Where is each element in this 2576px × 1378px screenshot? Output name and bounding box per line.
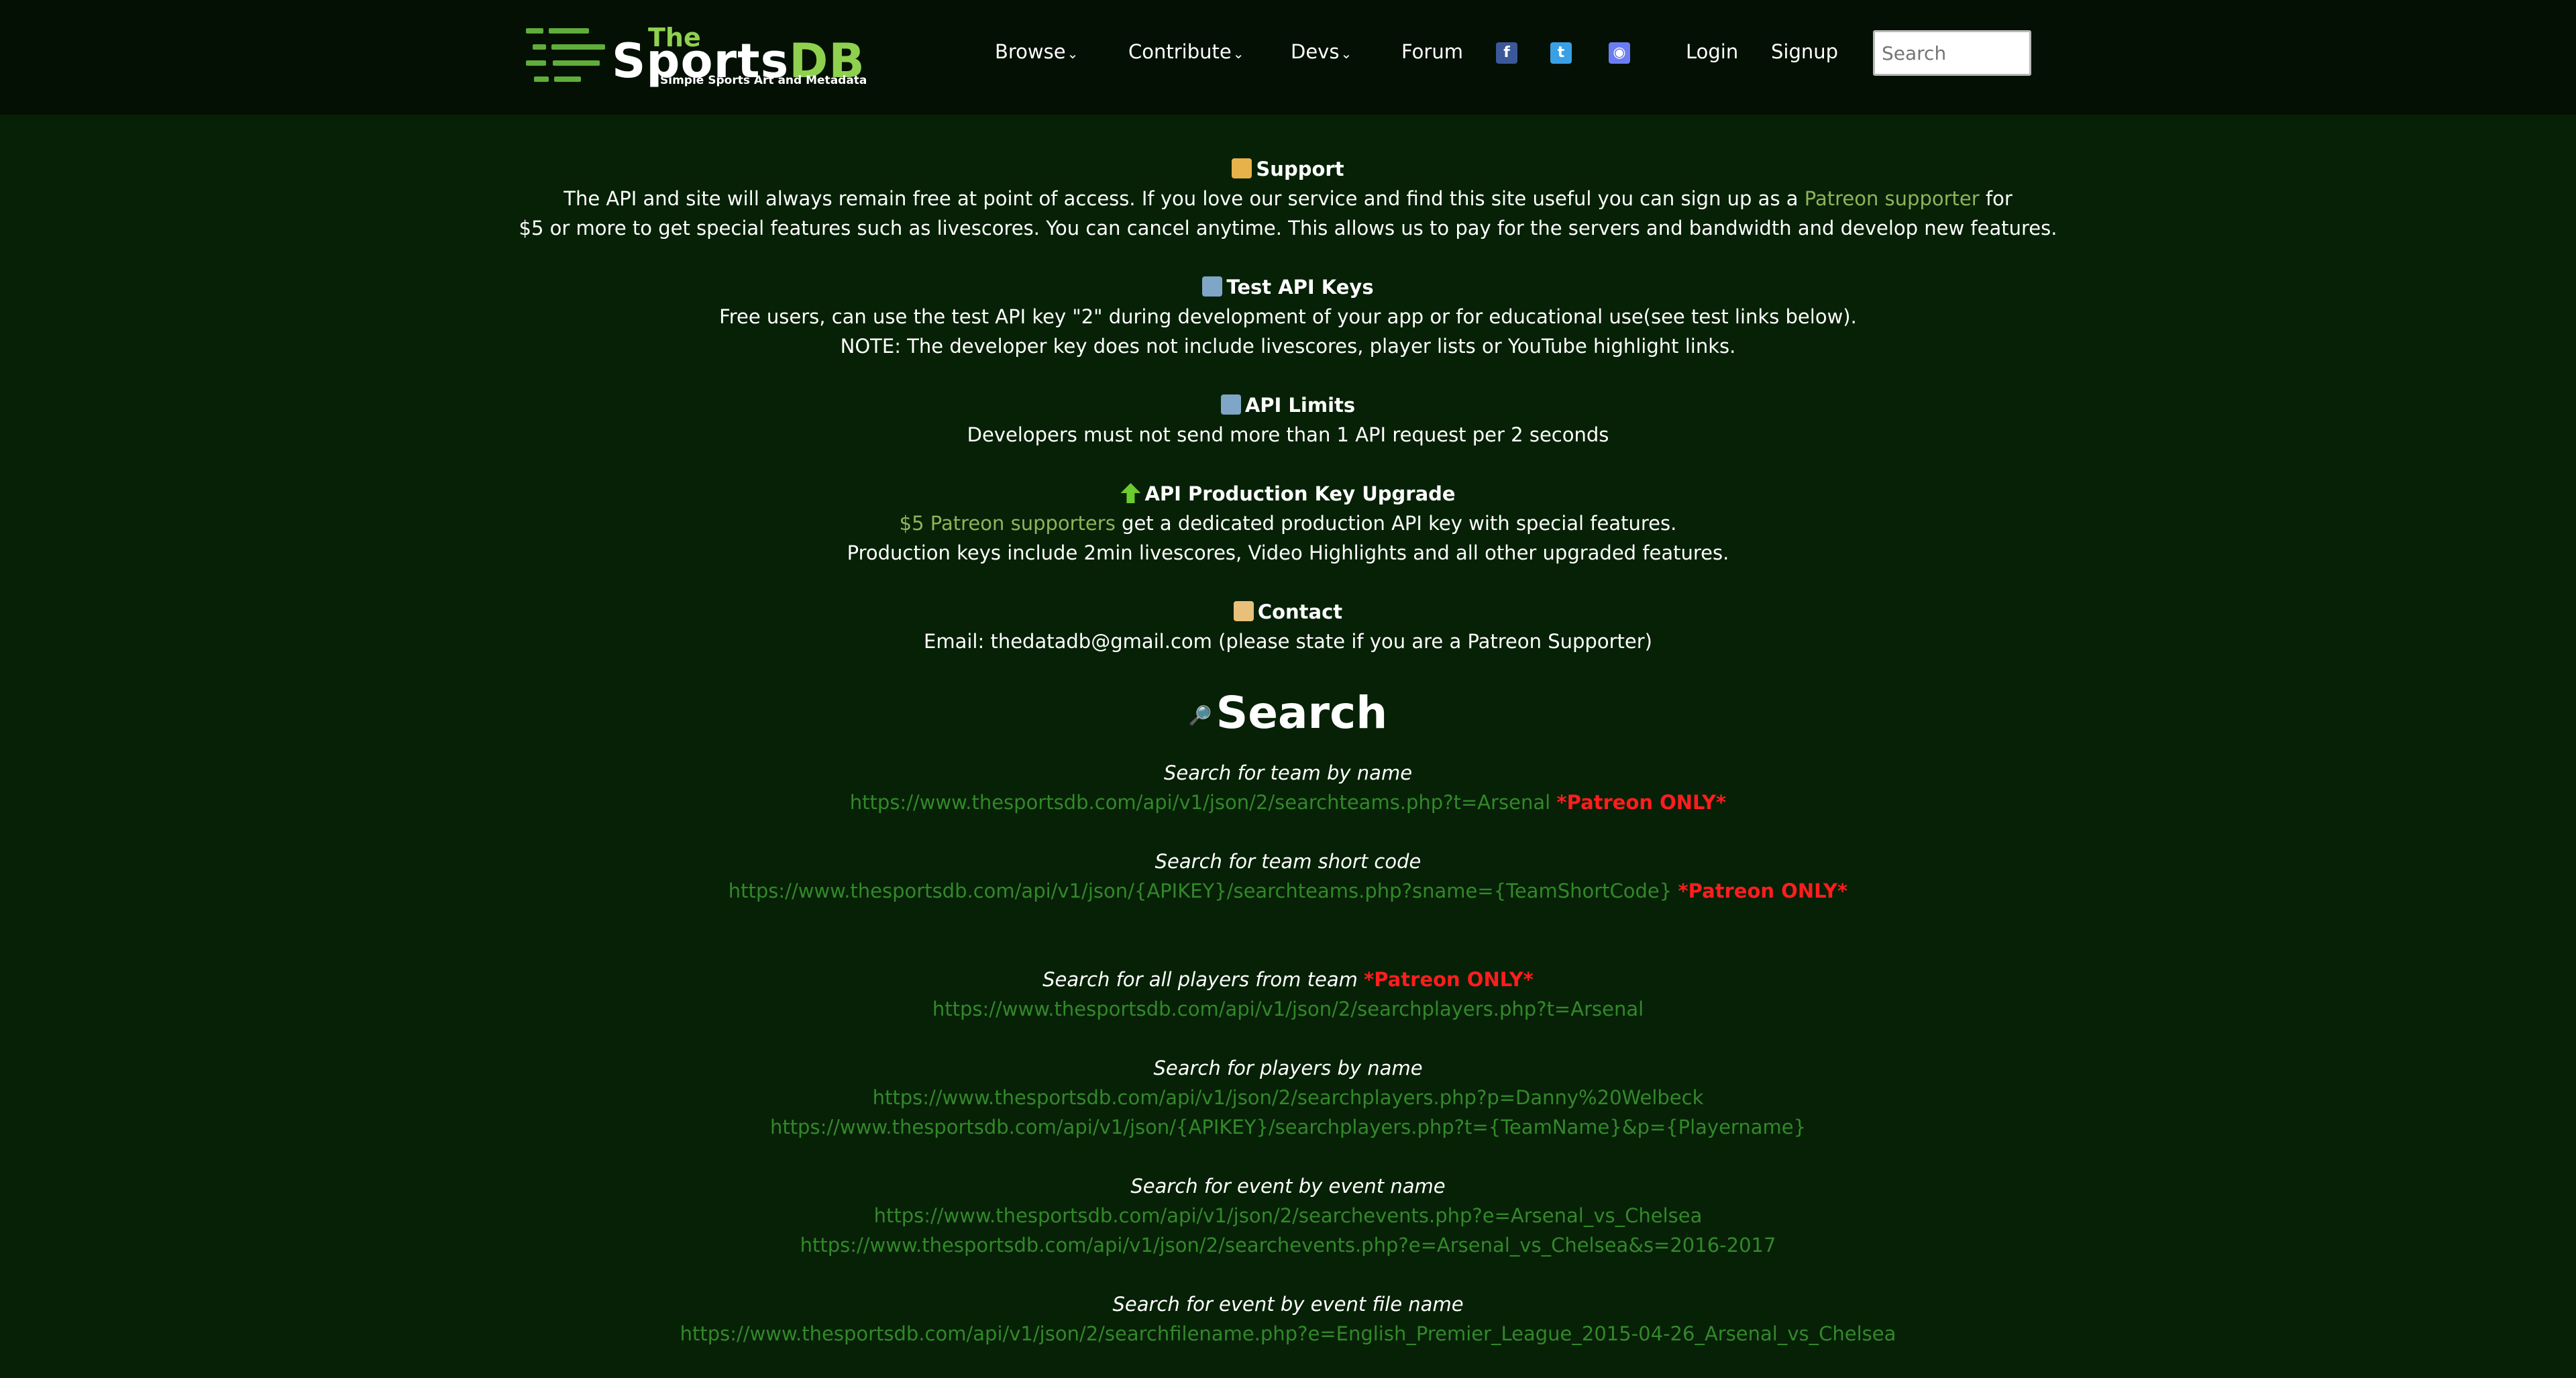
endpoint-line: https://www.thesportsdb.com/api/v1/json/… [0, 788, 2576, 817]
nav-contribute[interactable]: Contribute ⌄ [1128, 40, 1244, 63]
search-endpoint: Search for all players from team *Patreo… [0, 965, 2576, 1024]
patreon-supporters-link[interactable]: $5 Patreon supporters [900, 512, 1116, 535]
endpoint-title: Search for all players from team *Patreo… [1042, 967, 1534, 991]
search-endpoint: Search for event by event name https://w… [0, 1171, 2576, 1260]
discord-icon[interactable]: ◉ [1609, 42, 1630, 64]
endpoint-link[interactable]: https://www.thesportsdb.com/api/v1/json/… [0, 1112, 2576, 1142]
patreon-only-badge: *Patreon ONLY* [1556, 790, 1727, 814]
limits-section: API Limits Developers must not send more… [0, 390, 2576, 449]
endpoint-link[interactable]: https://www.thesportsdb.com/api/v1/json/… [729, 880, 1672, 902]
search-endpoint: Search for event by event file name http… [0, 1289, 2576, 1348]
search-input[interactable] [1873, 30, 2031, 76]
endpoint-title: Search for team short code [1155, 849, 1421, 873]
section-heading: Contact [0, 597, 2576, 627]
chevron-down-icon: ⌄ [1340, 46, 1352, 62]
section-heading: Test API Keys [0, 272, 2576, 302]
search-endpoint: Search for team by name https://www.thes… [0, 758, 2576, 817]
twitter-icon[interactable]: t [1550, 42, 1572, 64]
up-arrow-icon [1120, 483, 1141, 503]
section-heading: API Production Key Upgrade [0, 479, 2576, 509]
endpoint-link[interactable]: https://www.thesportsdb.com/api/v1/json/… [0, 1319, 2576, 1348]
endpoint-title: Search for event by event file name [1112, 1292, 1464, 1316]
gauge-icon [1220, 394, 1241, 415]
envelope-icon [1233, 601, 1254, 621]
search-endpoint: Search for team short code https://www.t… [0, 847, 2576, 906]
test-keys-section: Test API Keys Free users, can use the te… [0, 272, 2576, 361]
endpoint-link[interactable]: https://www.thesportsdb.com/api/v1/json/… [0, 994, 2576, 1024]
thumbs-up-icon [1232, 158, 1252, 178]
main-content: Support The API and site will always rem… [0, 154, 2576, 1378]
endpoint-link[interactable]: https://www.thesportsdb.com/api/v1/json/… [850, 791, 1550, 814]
text-line: Developers must not send more than 1 API… [967, 423, 1609, 446]
endpoint-link[interactable]: https://www.thesportsdb.com/api/v1/json/… [0, 1201, 2576, 1230]
chevron-down-icon: ⌄ [1232, 46, 1244, 62]
patreon-only-badge: *Patreon ONLY* [1678, 879, 1848, 902]
support-section: Support The API and site will always rem… [0, 154, 2576, 243]
support-text-line: $5 or more to get special features such … [519, 217, 2057, 240]
support-text-line: The API and site will always remain free… [564, 187, 2012, 210]
facebook-icon[interactable]: f [1496, 42, 1517, 64]
text-line: Free users, can use the test API key "2"… [719, 305, 1857, 328]
patreon-only-badge: *Patreon ONLY* [1364, 967, 1534, 991]
text-line: NOTE: The developer key does not include… [840, 335, 1736, 358]
endpoint-title: Search for team by name [1163, 761, 1413, 784]
chevron-down-icon: ⌄ [1067, 46, 1079, 62]
endpoint-title: Search for players by name [1153, 1056, 1423, 1079]
site-logo[interactable]: The SportsDB Simple Sports Art and Metad… [526, 23, 867, 91]
endpoint-line: https://www.thesportsdb.com/api/v1/json/… [0, 876, 2576, 906]
text-line: Email: thedatadb@gmail.com (please state… [924, 630, 1652, 653]
nav-browse[interactable]: Browse ⌄ [995, 40, 1078, 63]
nav-devs[interactable]: Devs ⌄ [1291, 40, 1352, 63]
search-endpoint: Search for players by name https://www.t… [0, 1053, 2576, 1142]
key-icon [1202, 276, 1223, 297]
endpoint-link[interactable]: https://www.thesportsdb.com/api/v1/json/… [0, 1230, 2576, 1260]
upgrade-section: API Production Key Upgrade $5 Patreon su… [0, 479, 2576, 568]
logo-bars-icon [526, 28, 605, 83]
nav-signup[interactable]: Signup [1771, 40, 1838, 63]
text-line: $5 Patreon supporters get a dedicated pr… [899, 512, 1677, 535]
contact-section: Contact Email: thedatadb@gmail.com (plea… [0, 597, 2576, 656]
nav-login[interactable]: Login [1686, 40, 1738, 63]
top-navbar: The SportsDB Simple Sports Art and Metad… [0, 0, 2576, 115]
section-heading: API Limits [0, 390, 2576, 420]
endpoint-title: Search for event by event name [1130, 1174, 1446, 1198]
nav-forum[interactable]: Forum [1401, 40, 1463, 63]
endpoint-link[interactable]: https://www.thesportsdb.com/api/v1/json/… [0, 1083, 2576, 1112]
section-heading: Support [0, 154, 2576, 184]
search-heading: 🔎Search [1188, 687, 1388, 739]
magnifier-icon: 🔎 [1188, 704, 1212, 727]
patreon-link[interactable]: Patreon supporter [1805, 187, 1980, 210]
logo-tagline: Simple Sports Art and Metadata [660, 74, 867, 87]
text-line: Production keys include 2min livescores,… [847, 541, 1729, 564]
